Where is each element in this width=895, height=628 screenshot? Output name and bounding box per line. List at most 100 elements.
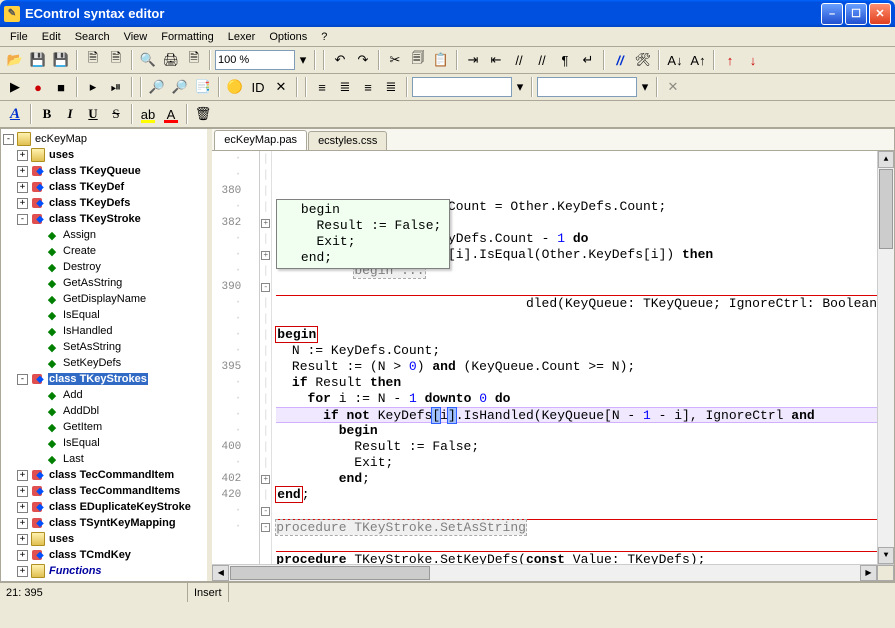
scroll-up-arrow[interactable]: ▲	[878, 151, 894, 168]
tree-expander[interactable]: +	[17, 534, 28, 545]
tree-node[interactable]: ◆GetAsString	[3, 275, 205, 291]
tab-ecKeyMap-pas[interactable]: ecKeyMap.pas	[214, 130, 307, 150]
sort-desc-button[interactable]: A↑	[687, 49, 709, 71]
tree-node[interactable]: +uses	[3, 531, 205, 547]
minimize-button[interactable]: –	[821, 3, 843, 25]
maximize-button[interactable]: ☐	[845, 3, 867, 25]
font-style-button[interactable]: A	[4, 103, 26, 125]
fold-column[interactable]: ││││+│+│-│││││││││││+│--	[260, 151, 272, 564]
word-wrap-button[interactable]: ↵	[577, 49, 599, 71]
ruler-button[interactable]: //	[609, 49, 631, 71]
tree-node[interactable]: +◆class TKeyDefs	[3, 195, 205, 211]
tree-label[interactable]: Destroy	[62, 261, 102, 273]
italic-button[interactable]: I	[59, 103, 81, 125]
menu-edit[interactable]: Edit	[36, 29, 67, 45]
tree-expander[interactable]: +	[17, 166, 28, 177]
tree-node[interactable]: +◆class TCmdKey	[3, 547, 205, 563]
tree-node[interactable]: ◆Add	[3, 387, 205, 403]
cut-button[interactable]: ✂	[384, 49, 406, 71]
comment-button[interactable]: //	[508, 49, 530, 71]
tree-node[interactable]: ◆Create	[3, 243, 205, 259]
print-preview-button[interactable]: 🗎	[183, 49, 205, 71]
tree-expander[interactable]: +	[17, 502, 28, 513]
tree-label[interactable]: ecKeyMap	[34, 133, 88, 145]
tree-expander[interactable]: +	[17, 518, 28, 529]
scroll-right-arrow[interactable]: ▶	[860, 565, 877, 581]
scroll-thumb-h[interactable]	[230, 566, 430, 580]
move-down-button[interactable]: ↓	[742, 49, 764, 71]
open-button[interactable]: 📂	[4, 49, 26, 71]
unindent-button[interactable]: ⇤	[485, 49, 507, 71]
tree-node[interactable]: +◆class TKeyDef	[3, 179, 205, 195]
export-rtf-button[interactable]: 🗎	[82, 49, 104, 71]
tree-label[interactable]: class TKeyDefs	[48, 197, 131, 209]
tree-label[interactable]: IsEqual	[62, 437, 101, 449]
tree-node[interactable]: ◆GetDisplayName	[3, 291, 205, 307]
tree-expander[interactable]: +	[17, 486, 28, 497]
tree-label[interactable]: Last	[62, 453, 85, 465]
strike-button[interactable]: S	[105, 103, 127, 125]
tree-label[interactable]: class EDuplicateKeyStroke	[48, 501, 192, 513]
tree-label[interactable]: class TKeyStrokes	[48, 373, 148, 385]
tree-expander[interactable]: +	[17, 182, 28, 193]
tree-node[interactable]: +◆class TecCommandItems	[3, 483, 205, 499]
marker-y-button[interactable]: 🟡	[224, 76, 246, 98]
tree-expander[interactable]: +	[17, 566, 28, 577]
tree-node[interactable]: -◆class TKeyStrokes	[3, 371, 205, 387]
align-c-button[interactable]: ≣	[334, 76, 356, 98]
marker-id-button[interactable]: ID	[247, 76, 269, 98]
tree-label[interactable]: class TKeyDef	[48, 181, 125, 193]
tree-node[interactable]: +◆class EDuplicateKeyStroke	[3, 499, 205, 515]
tree-label[interactable]: Functions	[48, 565, 103, 577]
menu-file[interactable]: File	[4, 29, 34, 45]
pause-button[interactable]: ▸	[82, 76, 104, 98]
paste-button[interactable]: 📋	[430, 49, 452, 71]
indent-button[interactable]: ⇥	[462, 49, 484, 71]
combo-b[interactable]	[537, 77, 637, 97]
copy-button[interactable]: 🗐	[407, 49, 429, 71]
delete-button[interactable]: 🗑	[192, 103, 214, 125]
tree-node[interactable]: ◆SetAsString	[3, 339, 205, 355]
menu-formatting[interactable]: Formatting	[155, 29, 220, 45]
tree-label[interactable]: class TecCommandItem	[48, 469, 175, 481]
bg-color-button[interactable]: ab	[137, 103, 159, 125]
play-button[interactable]: ▶	[4, 76, 26, 98]
tree-label[interactable]: SetAsString	[62, 341, 122, 353]
tree-label[interactable]: Assign	[62, 229, 97, 241]
scroll-down-arrow[interactable]: ▼	[878, 547, 894, 564]
tree-node[interactable]: ◆IsHandled	[3, 323, 205, 339]
tree-expander[interactable]: +	[17, 550, 28, 561]
combo-b-dropdown[interactable]: ▾	[638, 76, 652, 98]
vertical-scrollbar[interactable]: ▲ ▼	[877, 151, 894, 564]
tree-node[interactable]: ◆IsEqual	[3, 435, 205, 451]
stop-button[interactable]: ■	[50, 76, 72, 98]
tree-node[interactable]: ◆Destroy	[3, 259, 205, 275]
align-j-button[interactable]: ≣	[380, 76, 402, 98]
menu-search[interactable]: Search	[69, 29, 116, 45]
tree-node[interactable]: +◆class TecCommandItem	[3, 467, 205, 483]
tree-node[interactable]: +◆class TKeyQueue	[3, 163, 205, 179]
tree-expander[interactable]: +	[17, 198, 28, 209]
tree-label[interactable]: SetKeyDefs	[62, 357, 122, 369]
options-button[interactable]: 🛠	[632, 49, 654, 71]
code-area[interactable]: ··380·382···390····395····400·402420·· │…	[212, 151, 894, 564]
tree-label[interactable]: GetAsString	[62, 277, 123, 289]
tree-label[interactable]: class TKeyStroke	[48, 213, 142, 225]
tree-expander[interactable]: +	[17, 470, 28, 481]
save-button[interactable]: 💾	[27, 49, 49, 71]
tree-node[interactable]: ◆SetKeyDefs	[3, 355, 205, 371]
horizontal-scrollbar[interactable]: ◀ ▶	[212, 564, 894, 581]
save-all-button[interactable]: 💾	[50, 49, 72, 71]
undo-button[interactable]: ↶	[329, 49, 351, 71]
tree-label[interactable]: GetDisplayName	[62, 293, 147, 305]
find-dialog-button[interactable]: 🔍	[137, 49, 159, 71]
sort-asc-button[interactable]: A↓	[664, 49, 686, 71]
fg-color-button[interactable]: A	[160, 103, 182, 125]
bookmark-button[interactable]: 📑	[192, 76, 214, 98]
redo-button[interactable]: ↷	[352, 49, 374, 71]
scroll-left-arrow[interactable]: ◀	[212, 565, 229, 581]
zoom-combo[interactable]	[215, 50, 295, 70]
align-l-button[interactable]: ≡	[311, 76, 333, 98]
align-r-button[interactable]: ≡	[357, 76, 379, 98]
tree-node[interactable]: -ecKeyMap	[3, 131, 205, 147]
